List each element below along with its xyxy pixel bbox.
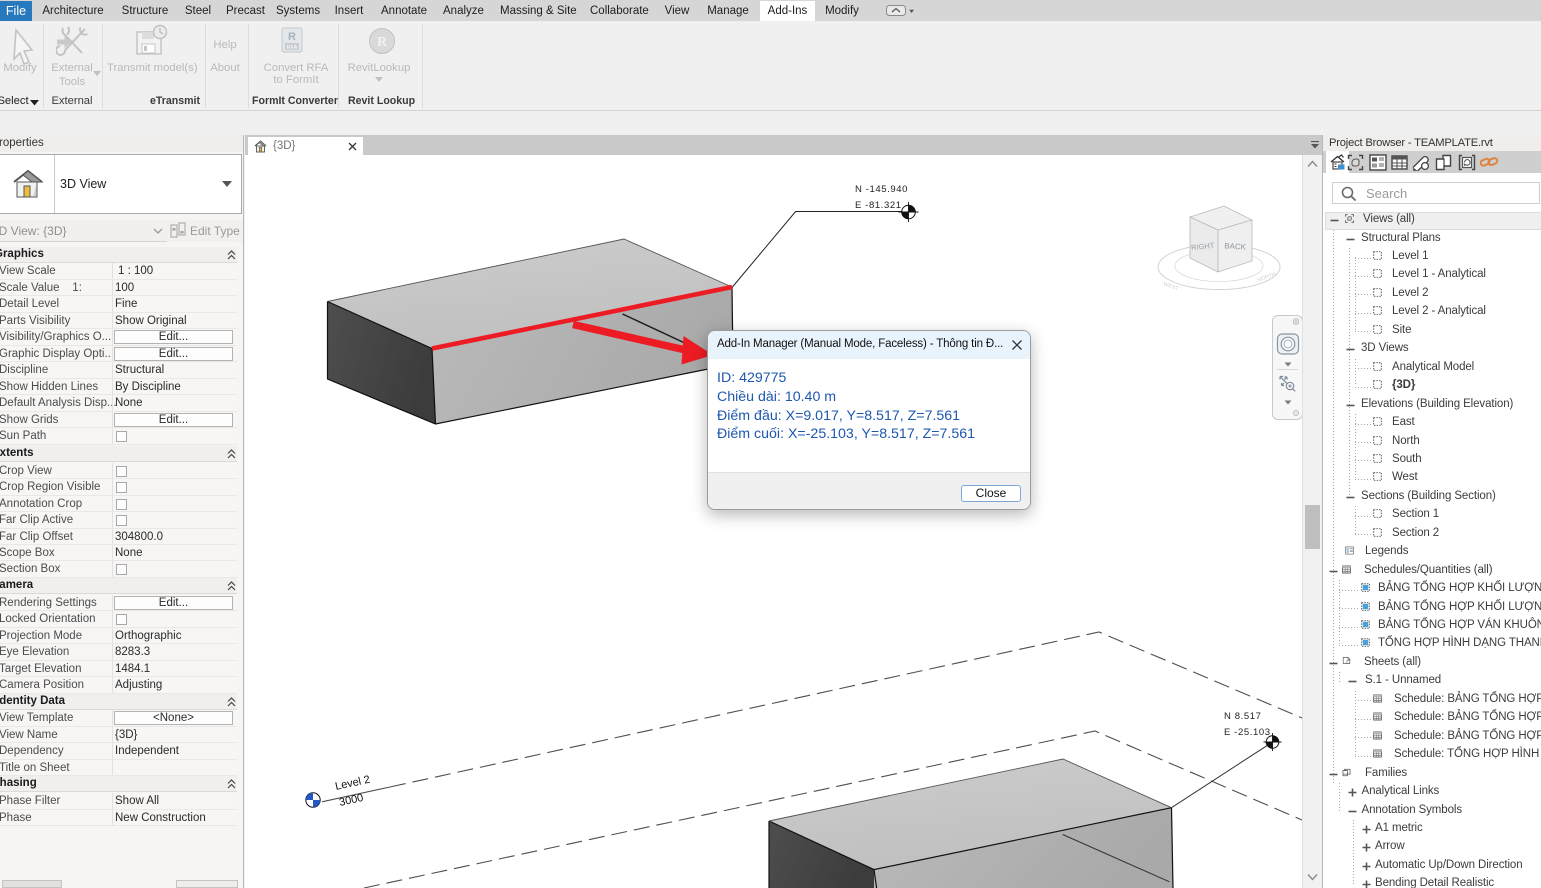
svg-text:RFA: RFA (287, 45, 298, 51)
svg-text:N -145.940: N -145.940 (855, 184, 908, 195)
svg-text:BACK: BACK (1224, 241, 1247, 252)
svg-text:Level 2: Level 2 (334, 774, 371, 793)
svg-text:3000: 3000 (338, 792, 364, 809)
svg-text:NORTH: NORTH (1257, 272, 1277, 284)
svg-text:N 8.517: N 8.517 (1224, 711, 1261, 722)
svg-text:E -25.103: E -25.103 (1224, 727, 1271, 738)
svg-text:R: R (288, 31, 296, 43)
svg-text:R: R (377, 35, 388, 50)
svg-text:E -81.321: E -81.321 (855, 200, 902, 211)
